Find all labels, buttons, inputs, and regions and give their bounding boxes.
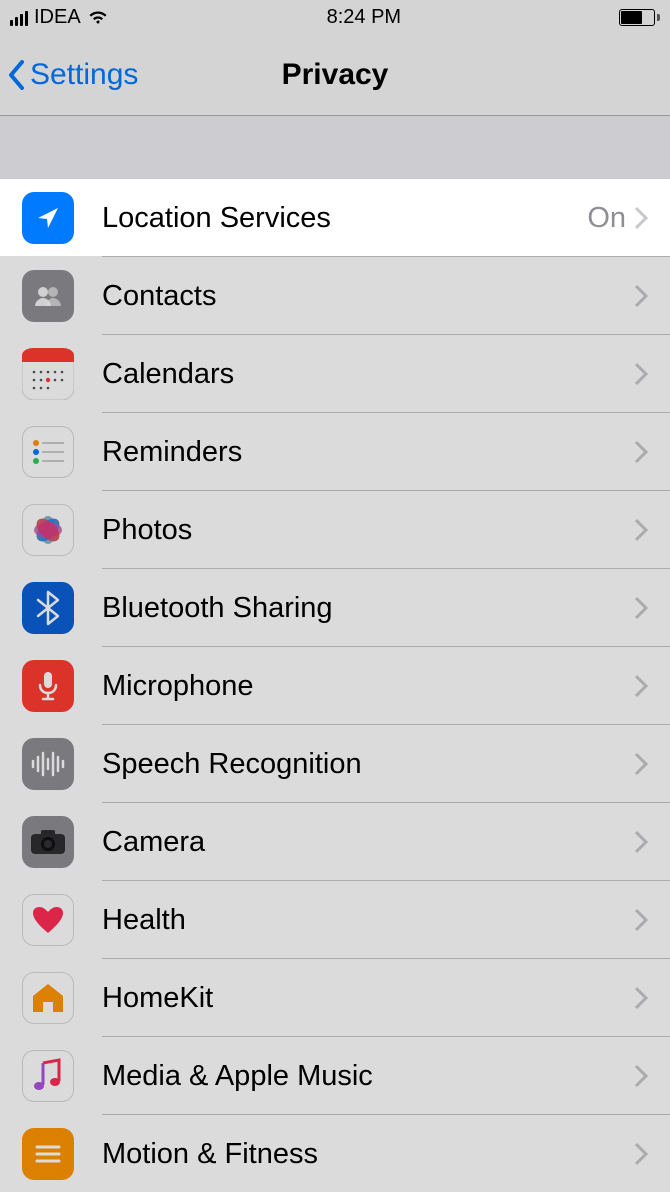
photos-icon — [22, 504, 74, 556]
chevron-right-icon — [634, 362, 648, 386]
chevron-right-icon — [634, 674, 648, 698]
row-label: HomeKit — [102, 982, 634, 1015]
chevron-right-icon — [634, 284, 648, 308]
row-motion[interactable]: Motion & Fitness — [0, 1115, 670, 1192]
motion-icon — [22, 1128, 74, 1180]
row-reminders[interactable]: Reminders — [0, 413, 670, 491]
row-waveform[interactable]: Speech Recognition — [0, 725, 670, 803]
row-house[interactable]: HomeKit — [0, 959, 670, 1037]
row-label: Reminders — [102, 436, 634, 469]
status-time: 8:24 PM — [327, 6, 401, 29]
section-spacer — [0, 116, 670, 178]
row-bluetooth[interactable]: Bluetooth Sharing — [0, 569, 670, 647]
heart-icon — [22, 894, 74, 946]
row-value: On — [587, 202, 626, 235]
signal-bars-icon — [10, 8, 28, 26]
chevron-right-icon — [634, 1142, 648, 1166]
chevron-right-icon — [634, 752, 648, 776]
row-label: Speech Recognition — [102, 748, 634, 781]
battery-icon — [619, 9, 660, 26]
status-bar: IDEA 8:24 PM — [0, 0, 670, 34]
wifi-icon — [87, 9, 109, 25]
contacts-icon — [22, 270, 74, 322]
camera-icon — [22, 816, 74, 868]
row-label: Microphone — [102, 670, 634, 703]
row-heart[interactable]: Health — [0, 881, 670, 959]
row-contacts[interactable]: Contacts — [0, 257, 670, 335]
row-calendar[interactable]: Calendars — [0, 335, 670, 413]
row-label: Media & Apple Music — [102, 1060, 634, 1093]
row-microphone[interactable]: Microphone — [0, 647, 670, 725]
privacy-list: Location ServicesOn Contacts Calendars Remi… — [0, 178, 670, 1192]
row-label: Camera — [102, 826, 634, 859]
row-location-arrow[interactable]: Location ServicesOn — [0, 179, 670, 257]
chevron-right-icon — [634, 908, 648, 932]
waveform-icon — [22, 738, 74, 790]
row-label: Motion & Fitness — [102, 1138, 634, 1171]
row-music-note[interactable]: Media & Apple Music — [0, 1037, 670, 1115]
house-icon — [22, 972, 74, 1024]
row-label: Contacts — [102, 280, 634, 313]
row-camera[interactable]: Camera — [0, 803, 670, 881]
chevron-right-icon — [634, 440, 648, 464]
reminders-icon — [22, 426, 74, 478]
back-label: Settings — [30, 58, 138, 92]
chevron-left-icon — [8, 60, 26, 90]
calendar-icon — [22, 348, 74, 400]
row-label: Calendars — [102, 358, 634, 391]
chevron-right-icon — [634, 206, 648, 230]
chevron-right-icon — [634, 830, 648, 854]
row-label: Bluetooth Sharing — [102, 592, 634, 625]
carrier-label: IDEA — [34, 6, 81, 29]
location-arrow-icon — [22, 192, 74, 244]
nav-bar: Settings Privacy — [0, 34, 670, 116]
row-label: Photos — [102, 514, 634, 547]
chevron-right-icon — [634, 1064, 648, 1088]
chevron-right-icon — [634, 518, 648, 542]
back-button[interactable]: Settings — [0, 58, 138, 92]
microphone-icon — [22, 660, 74, 712]
row-photos[interactable]: Photos — [0, 491, 670, 569]
music-note-icon — [22, 1050, 74, 1102]
chevron-right-icon — [634, 986, 648, 1010]
row-label: Location Services — [102, 202, 587, 235]
chevron-right-icon — [634, 596, 648, 620]
row-label: Health — [102, 904, 634, 937]
bluetooth-icon — [22, 582, 74, 634]
